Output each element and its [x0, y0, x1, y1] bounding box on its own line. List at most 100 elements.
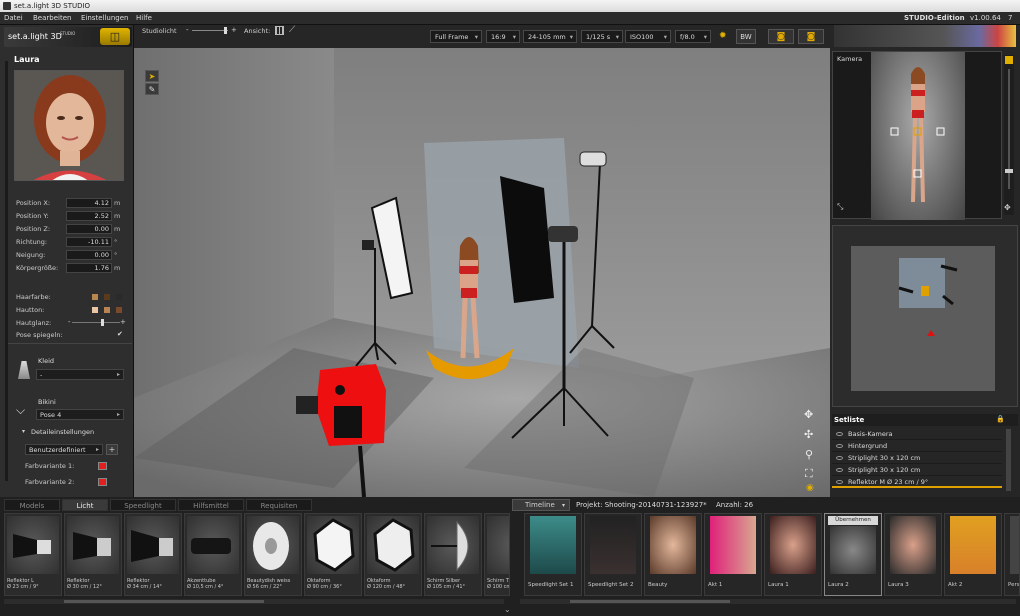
timeline-menu-icon[interactable]: ▾ [562, 500, 565, 511]
studio-viewport[interactable]: ➤ ✎ ✥ ✣ ⚲ ⛶ ◉ [134, 48, 830, 497]
plus-icon[interactable]: + [120, 318, 126, 326]
position-z-field[interactable]: 0.00 [66, 224, 112, 234]
select-arrow-icon[interactable]: ➤ [145, 70, 159, 82]
tab-licht[interactable]: Licht [62, 499, 108, 511]
setlist-item[interactable]: Striplight 30 x 120 cm [832, 453, 1002, 464]
uebernehmen-button[interactable]: Übernehmen [828, 516, 878, 525]
eye-icon[interactable] [836, 444, 843, 448]
light-item[interactable]: Oktaform Ø 90 cm / 36° [304, 513, 362, 596]
flash-icon[interactable]: ✹ [719, 31, 729, 41]
light-item[interactable]: Reflektor Ø 30 cm / 12° [64, 513, 122, 596]
collapse-panel-icon[interactable]: ⌄ [504, 605, 511, 614]
menu-hilfe[interactable]: Hilfe [136, 14, 152, 22]
light-item[interactable]: Reflektor Ø 34 cm / 14° [124, 513, 182, 596]
pose-spiegeln-checkbox[interactable]: ✔ [117, 330, 123, 338]
skin-swatch-2[interactable] [104, 307, 110, 313]
farbvariante2-swatch[interactable] [98, 478, 107, 486]
koerpergroesse-field[interactable]: 1.76 [66, 263, 112, 273]
skin-swatch-3[interactable] [116, 307, 122, 313]
light-item[interactable]: Oktaform Ø 120 cm / 48° [364, 513, 422, 596]
skin-swatch-1[interactable] [92, 307, 98, 313]
hautglanz-slider-handle[interactable] [101, 319, 104, 326]
brush-icon[interactable]: ✎ [145, 83, 159, 95]
studiolicht-plus-icon[interactable]: + [231, 26, 237, 34]
lock-icon[interactable]: 🔒 [996, 415, 1005, 423]
setlist-scrollbar[interactable] [1006, 429, 1011, 491]
tab-hilfsmittel[interactable]: Hilfsmittel [178, 499, 244, 511]
hair-swatch-3[interactable] [116, 294, 122, 300]
menu-bearbeiten[interactable]: Bearbeiten [33, 14, 71, 22]
detail-label[interactable]: Detaileinstellungen [31, 428, 94, 436]
light-item[interactable]: Akzenttube Ø 10,5 cm / 4° [184, 513, 242, 596]
richtung-field[interactable]: -10.11 [66, 237, 112, 247]
snapshot-item[interactable]: Speedlight Set 2 [584, 513, 642, 596]
snapshot-item[interactable]: Pers [1004, 513, 1020, 596]
eye-icon[interactable] [836, 480, 843, 484]
tab-requisiten[interactable]: Requisiten [246, 499, 312, 511]
zoom-icon[interactable]: ⚲ [805, 448, 819, 462]
position-x-field[interactable]: 4.12 [66, 198, 112, 208]
left-scrollbar[interactable] [5, 61, 8, 481]
light-item[interactable]: Reflektor L Ø 23 cm / 9° [4, 513, 62, 596]
pan-icon[interactable]: ✣ [804, 428, 818, 442]
hair-swatch-1[interactable] [92, 294, 98, 300]
iso-select[interactable]: ISO100 [625, 30, 671, 43]
snapshot-item[interactable]: Akt 2 [944, 513, 1002, 596]
aspect-select[interactable]: 16:9 [486, 30, 520, 43]
menu-einstellungen[interactable]: Einstellungen [81, 14, 128, 22]
tab-models[interactable]: Models [4, 499, 60, 511]
light-item[interactable]: Beautydish weiss Ø 56 cm / 22° [244, 513, 302, 596]
snapshot-item[interactable]: Beauty [644, 513, 702, 596]
zoom-top-icon[interactable] [1005, 56, 1013, 64]
farbvariante1-swatch[interactable] [98, 462, 107, 470]
timeline-scrollbar[interactable] [520, 599, 1016, 604]
studiolicht-slider[interactable] [192, 30, 228, 31]
resize-icon[interactable]: ⤡ [837, 202, 843, 212]
eye-icon[interactable] [836, 432, 843, 436]
grid-view-icon[interactable] [275, 26, 284, 35]
hair-swatch-2[interactable] [104, 294, 110, 300]
collapse-icon[interactable]: ▾ [22, 428, 25, 435]
fit-view-icon[interactable]: ⛶ [805, 467, 819, 481]
snapshot-item[interactable]: Speedlight Set 1 [524, 513, 582, 596]
pencil-icon[interactable]: ⟋ [289, 25, 295, 35]
snapshot-item[interactable]: Übernehmen Laura 2 [824, 513, 882, 596]
frame-select[interactable]: Full Frame [430, 30, 482, 43]
snapshot-item[interactable]: Akt 1 [704, 513, 762, 596]
camera-burst-icon[interactable]: ◙ [798, 29, 824, 44]
hautglanz-slider[interactable] [72, 322, 120, 323]
zoom-sidebar[interactable]: ✥ [1004, 55, 1014, 215]
benutzer-dropdown[interactable]: Benutzerdefiniert [25, 444, 103, 455]
snapshot-item[interactable]: Laura 1 [764, 513, 822, 596]
lights-scrollbar-thumb[interactable] [64, 600, 264, 603]
aperture-select[interactable]: f/8.0 [675, 30, 711, 43]
setlist-item[interactable]: Reflektor M Ø 23 cm / 9° [832, 477, 1002, 488]
light-item[interactable]: Schirm T Ø 100 cm [484, 513, 510, 596]
kleid-dropdown[interactable]: - [36, 369, 124, 380]
add-button[interactable]: + [106, 444, 118, 455]
neigung-field[interactable]: 0.00 [66, 250, 112, 260]
setlist-item[interactable]: Hintergrund [832, 441, 1002, 452]
lights-scrollbar[interactable] [4, 599, 504, 604]
minus-icon[interactable]: - [68, 318, 71, 326]
studiolicht-slider-handle[interactable] [224, 27, 227, 34]
pose-dropdown[interactable]: Pose 4 [36, 409, 124, 420]
bw-button[interactable]: BW [736, 29, 756, 44]
move-icon[interactable]: ✥ [1004, 203, 1011, 212]
setlist-item[interactable]: Basis-Kamera [832, 429, 1002, 440]
tab-speedlight[interactable]: Speedlight [110, 499, 176, 511]
eye-icon[interactable] [836, 456, 843, 460]
timeline-tab[interactable]: Timeline ▾ [512, 499, 570, 511]
light-item[interactable]: Schirm Silber Ø 105 cm / 41° [424, 513, 482, 596]
orbit-icon[interactable]: ✥ [804, 408, 818, 422]
lens-select[interactable]: 24-105 mm [523, 30, 577, 43]
studiolicht-minus-icon[interactable]: - [186, 26, 189, 34]
timeline-scrollbar-thumb[interactable] [570, 600, 730, 603]
shutter-select[interactable]: 1/125 s [581, 30, 623, 43]
position-y-field[interactable]: 2.52 [66, 211, 112, 221]
eye-icon[interactable] [836, 468, 843, 472]
camera-icon[interactable]: ◙ [768, 29, 794, 44]
top-view-panel[interactable] [832, 225, 1018, 407]
setlist-item[interactable]: Striplight 30 x 120 cm [832, 465, 1002, 476]
zoom-slider-handle[interactable] [1005, 169, 1013, 173]
